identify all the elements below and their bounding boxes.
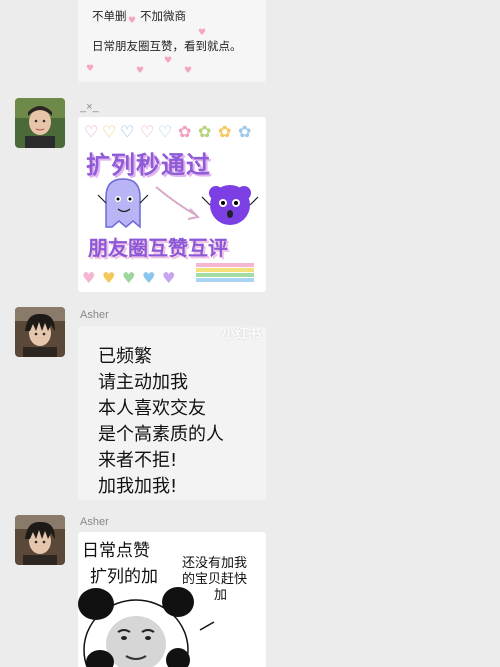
avatar-user-asher[interactable] <box>15 307 65 357</box>
svg-text:♥: ♥ <box>122 269 135 287</box>
heart-icon: ♥ <box>136 66 145 76</box>
svg-text:♥: ♥ <box>102 269 115 287</box>
svg-text:♡: ♡ <box>102 122 116 141</box>
svg-text:♡: ♡ <box>140 122 154 141</box>
svg-text:♥: ♥ <box>162 269 175 287</box>
text-line-5: 来者不拒! <box>98 450 178 471</box>
svg-text:✿: ✿ <box>178 122 191 141</box>
svg-text:✿: ✿ <box>238 122 251 141</box>
rule-line-3: 日常朋友圈互赞，看到就点。 <box>92 39 242 53</box>
text-line-4: 是个高素质的人 <box>98 424 224 445</box>
text-line-2: 请主动加我 <box>98 372 188 393</box>
heart-icon: ♥ <box>86 64 95 74</box>
text-line-6: 加我加我! <box>98 476 178 497</box>
sticker-subtitle: 朋友圈互赞互评 <box>88 236 228 260</box>
avatar-user-asher[interactable] <box>15 515 65 565</box>
message-meme[interactable]: 日常点赞 扩列的加 还没有加我 的宝贝赶快 加 <box>78 532 266 667</box>
avatar-user-1[interactable] <box>15 98 65 148</box>
rule-line-2: 不加微商 <box>140 9 186 23</box>
text-line-3: 本人喜欢交友 <box>98 398 206 419</box>
svg-text:♥: ♥ <box>142 269 155 287</box>
heart-icon: ♥ <box>184 66 193 76</box>
sender-name: _×_ <box>80 101 99 113</box>
sticker-title: 扩列秒通过 <box>86 151 211 179</box>
sender-name: Asher <box>80 309 109 321</box>
message-text-image[interactable]: 已频繁 请主动加我 本人喜欢交友 是个高素质的人 来者不拒! 加我加我! <box>78 326 266 500</box>
heart-icon: ♥ <box>128 16 137 26</box>
svg-text:✿: ✿ <box>198 122 211 141</box>
panda-meme-face <box>78 587 215 667</box>
svg-text:♡: ♡ <box>84 122 98 141</box>
svg-text:♡: ♡ <box>120 122 134 141</box>
message-image-rules[interactable]: 不单删 不加微商 日常朋友圈互赞，看到就点。 ♥ ♥ ♥ ♥ ♥ ♥ <box>78 0 266 82</box>
svg-text:✿: ✿ <box>218 122 231 141</box>
message-sticker[interactable]: ♡ ♡ ♡ ♡ ♡ ✿ ✿ ✿ ✿ ♥ ♥ ♥ ♥ ♥ 扩列秒通过 朋友圈互赞互… <box>78 117 266 292</box>
watermark-logo: 小红书 <box>222 327 262 342</box>
heart-icon: ♥ <box>164 56 173 66</box>
text-line-1: 已频繁 <box>98 346 152 367</box>
sender-name: Asher <box>80 516 109 528</box>
svg-text:♥: ♥ <box>82 269 95 287</box>
svg-text:♡: ♡ <box>158 122 172 141</box>
heart-icon: ♥ <box>198 28 207 38</box>
rule-line-1: 不单删 <box>92 9 127 23</box>
